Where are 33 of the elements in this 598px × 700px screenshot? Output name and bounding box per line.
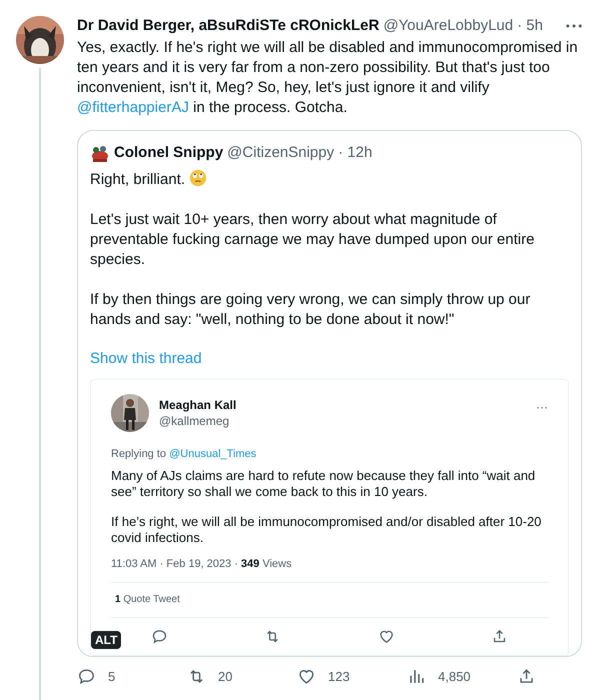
emoji-icon	[189, 169, 208, 187]
author-name[interactable]: Dr David Berger, aBsuRdiSTe cROnickLeR	[77, 16, 380, 36]
screenshot-paragraph: If he’s right, we will all be immunocompromised and/or disabled after 10-20 covid infections.	[111, 514, 542, 546]
author-handle: @kallmemeg	[159, 413, 230, 429]
quote-paragraph: Right, brilliant.	[90, 169, 569, 190]
more-icon[interactable]	[566, 24, 582, 28]
timestamp[interactable]: · 5h	[517, 16, 543, 36]
action-count: 4,850	[438, 669, 471, 684]
alt-badge[interactable]: ALT	[91, 631, 122, 649]
screenshot-paragraph: Many of AJs claims are hard to refute now because they fall into “wait and see” territory so shall we come back to this in 10 years.	[111, 468, 536, 500]
quote-count: 1 Quote Tweet	[114, 593, 181, 607]
tweet-text: Yes, exactly. If he's right we will all be disabled and immunocompromised in ten years and it is very far from a non-zero possibility. But that's just too inconvenient, isn't it, Meg? So, hey, let's just ignore it and vilify @fitterhappierAJ in the process. Gotcha.	[77, 38, 579, 118]
author-name: Meaghan Kall	[159, 397, 236, 413]
tweet-meta: 11:03 AM · Feb 19, 2023 · 349 Views	[111, 557, 293, 572]
author-handle[interactable]: @CitizenSnippy	[227, 143, 334, 163]
quote-paragraph: Let's just wait 10+ years, then worry about what magnitude of preventable fucking carnage we may have dumped upon our entire species.	[90, 210, 536, 270]
author-name[interactable]: Colonel Snippy	[114, 143, 224, 163]
heart-icon	[378, 628, 395, 645]
mention-link: @Unusual_Times	[169, 448, 256, 460]
reply-icon[interactable]	[77, 667, 96, 686]
share-icon[interactable]	[517, 667, 536, 686]
heart-icon[interactable]	[297, 667, 316, 686]
views-icon[interactable]	[407, 667, 426, 686]
author-handle[interactable]: @YouAreLobbyLud	[383, 16, 514, 36]
quote-paragraph: If by then things are going very wrong, we can simply throw up our hands and say: "well, nothing to be done about it now!"	[90, 290, 532, 330]
replying-label: Replying to	[111, 448, 166, 460]
more-icon: ···	[536, 400, 548, 414]
reply-icon	[151, 628, 168, 645]
timestamp[interactable]: · 12h	[338, 143, 372, 163]
action-count: 20	[218, 669, 232, 684]
action-count: 123	[328, 669, 350, 684]
quote-card[interactable]	[77, 130, 582, 657]
action-count: 5	[108, 669, 116, 684]
